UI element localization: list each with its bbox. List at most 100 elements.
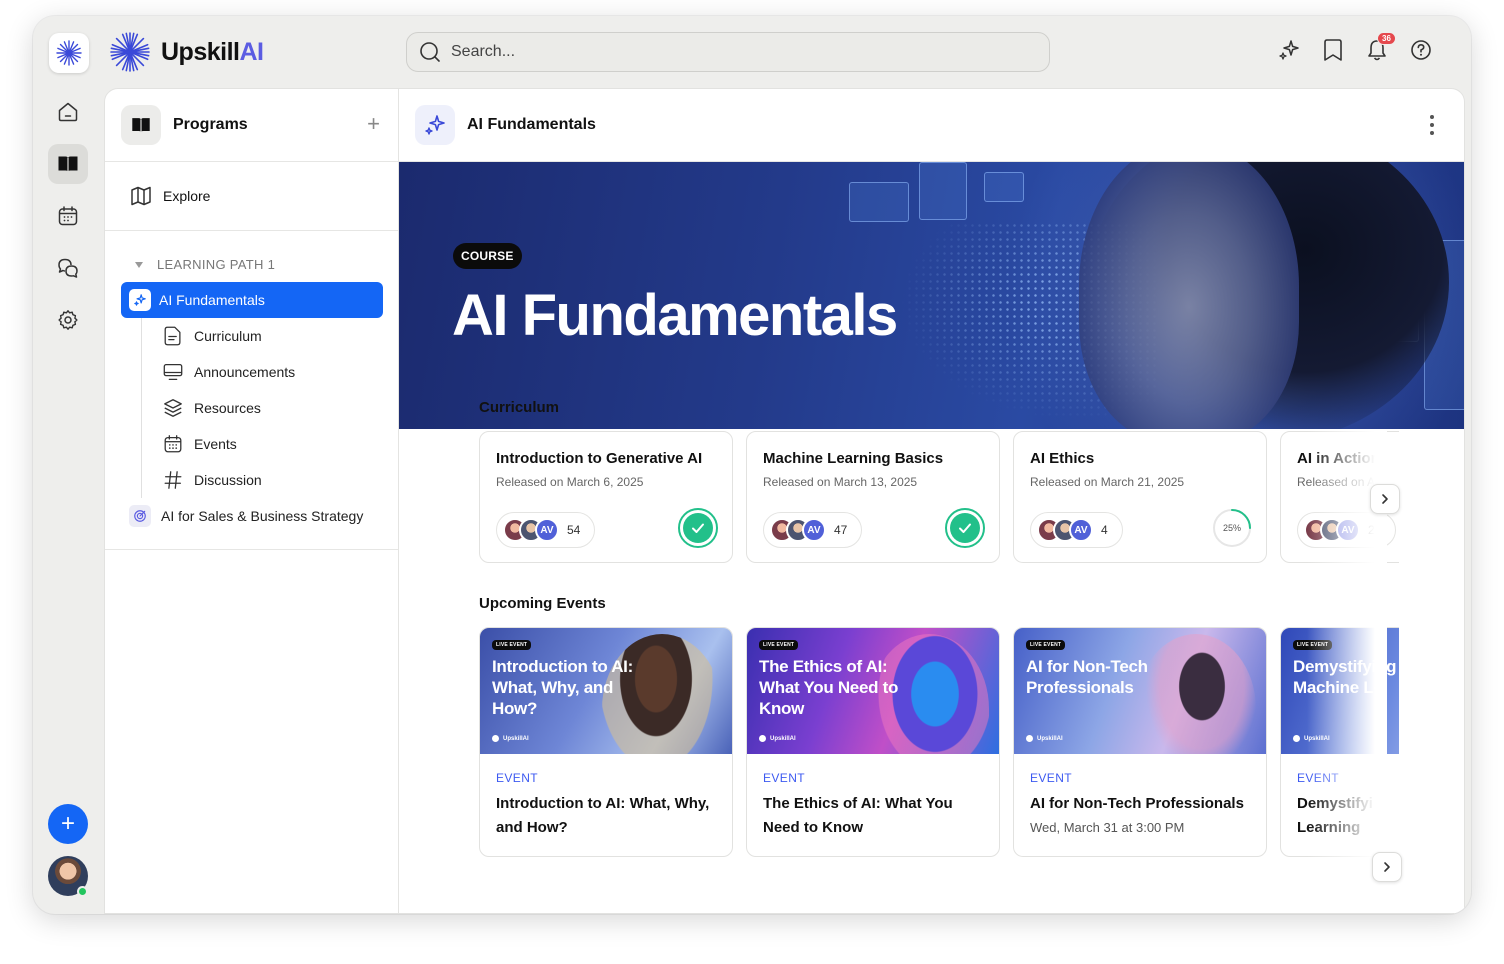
chevron-right-icon bbox=[1382, 494, 1388, 504]
avatar: AV bbox=[535, 518, 559, 542]
more-options-button[interactable] bbox=[1430, 115, 1434, 135]
help-icon bbox=[1411, 40, 1431, 60]
curriculum-card-title: Machine Learning Basics bbox=[763, 450, 944, 467]
event-card[interactable]: LIVE EVENT The Ethics of AI: What You Ne… bbox=[746, 627, 1000, 857]
programs-icon bbox=[121, 105, 161, 145]
thumbnail-title: Demystifying Machine Le bbox=[1293, 657, 1397, 697]
notifications-button[interactable]: 36 bbox=[1365, 32, 1396, 62]
live-event-tag: LIVE EVENT bbox=[1026, 640, 1066, 650]
thumbnail-brand: UpskillAI bbox=[492, 735, 529, 742]
search-bar[interactable] bbox=[406, 32, 1050, 72]
rail-settings[interactable] bbox=[48, 300, 88, 340]
event-card[interactable]: LIVE EVENT Introduction to AI: What, Why… bbox=[479, 627, 733, 857]
live-event-tag: LIVE EVENT bbox=[1293, 640, 1333, 650]
hologram-panel bbox=[849, 182, 909, 222]
brand-dot-icon bbox=[1293, 735, 1300, 742]
gear-icon bbox=[58, 310, 78, 330]
curriculum-next-button[interactable] bbox=[1370, 484, 1400, 514]
participants-pill[interactable]: AV 24 bbox=[1297, 512, 1397, 548]
subnav-item-discussion[interactable]: Discussion bbox=[162, 462, 398, 498]
participants-pill[interactable]: AV 54 bbox=[496, 512, 596, 548]
chat-bubbles-icon bbox=[58, 258, 78, 278]
course-hero: COURSE AI Fundamentals bbox=[399, 162, 1464, 429]
event-type-label: EVENT bbox=[1297, 771, 1340, 785]
calendar-icon bbox=[58, 206, 78, 226]
subnav-item-events[interactable]: Events bbox=[162, 426, 398, 462]
curriculum-card[interactable]: Machine Learning Basics Released on Marc… bbox=[746, 431, 1000, 563]
ai-sparkle-button[interactable] bbox=[1277, 38, 1301, 62]
events-heading: Upcoming Events bbox=[479, 595, 606, 612]
event-card[interactable]: LIVE EVENT AI for Non-Tech Professionals… bbox=[1013, 627, 1267, 857]
brand-dot-icon bbox=[1026, 735, 1033, 742]
programs-sidebar: Programs + Explore LEARNING PATH 1 AI Fu… bbox=[105, 89, 399, 913]
event-title: Demystifyi Learning bbox=[1297, 795, 1373, 836]
rail-chat[interactable] bbox=[48, 248, 88, 288]
avatar: AV bbox=[1336, 518, 1360, 542]
subnav-item-announcements[interactable]: Announcements bbox=[162, 354, 398, 390]
curriculum-card-date: Released on March 6, 2025 bbox=[496, 475, 644, 489]
plus-icon: + bbox=[60, 810, 75, 837]
learning-path-toggle[interactable]: LEARNING PATH 1 bbox=[105, 257, 398, 272]
workspace-switcher[interactable] bbox=[49, 33, 89, 73]
sidebar-item-label: AI Fundamentals bbox=[159, 292, 265, 308]
learning-path-label: LEARNING PATH 1 bbox=[157, 257, 276, 272]
curriculum-card-title: AI Ethics bbox=[1030, 450, 1095, 467]
monitor-icon bbox=[163, 364, 183, 380]
chevron-right-icon bbox=[1384, 862, 1390, 872]
sidebar-item-ai-fundamentals[interactable]: AI Fundamentals bbox=[121, 282, 383, 318]
rail-programs[interactable] bbox=[48, 144, 88, 184]
event-thumbnail: LIVE EVENT Demystifying Machine Le Upski… bbox=[1281, 628, 1399, 754]
curriculum-card[interactable]: AI Ethics Released on March 21, 2025 AV … bbox=[1013, 431, 1267, 563]
program-subnav: Curriculum Announcements Resources Event… bbox=[141, 318, 398, 498]
notification-badge: 36 bbox=[1377, 32, 1396, 45]
bookmarks-button[interactable] bbox=[1321, 38, 1345, 62]
subnav-item-resources[interactable]: Resources bbox=[162, 390, 398, 426]
sidebar-title: Programs bbox=[173, 116, 248, 133]
subnav-item-curriculum[interactable]: Curriculum bbox=[162, 318, 398, 354]
event-card[interactable]: LIVE EVENT Demystifying Machine Le Upski… bbox=[1280, 627, 1399, 857]
curriculum-card-date: Released on March 21, 2025 bbox=[1030, 475, 1185, 489]
main-panel: Programs + Explore LEARNING PATH 1 AI Fu… bbox=[104, 88, 1465, 914]
document-icon bbox=[164, 326, 181, 346]
curriculum-heading: Curriculum bbox=[479, 399, 560, 416]
participants-pill[interactable]: AV 47 bbox=[763, 512, 863, 548]
event-type-label: EVENT bbox=[496, 771, 539, 785]
curriculum-card[interactable]: Introduction to Generative AI Released o… bbox=[479, 431, 733, 563]
thumbnail-title: Introduction to AI: What, Why, and How? bbox=[492, 657, 633, 718]
rail-home[interactable] bbox=[48, 92, 88, 132]
sidebar-item-ai-for-sales[interactable]: AI for Sales & Business Strategy bbox=[105, 498, 398, 534]
event-type-label: EVENT bbox=[1030, 771, 1073, 785]
calendar-icon bbox=[164, 435, 182, 453]
rail-calendar[interactable] bbox=[48, 196, 88, 236]
add-program-button[interactable]: + bbox=[367, 113, 380, 135]
avatar-stack: AV bbox=[770, 518, 826, 542]
avatar: AV bbox=[802, 518, 826, 542]
progress-ring: 25% bbox=[1212, 508, 1252, 548]
create-button[interactable]: + bbox=[48, 804, 88, 844]
sidebar-item-explore[interactable]: Explore bbox=[105, 162, 398, 231]
brand-dot-icon bbox=[492, 735, 499, 742]
thumbnail-brand: UpskillAI bbox=[759, 735, 796, 742]
thumbnail-brand: UpskillAI bbox=[1293, 735, 1330, 742]
brand-name: UpskillAI bbox=[161, 37, 264, 66]
content-header: AI Fundamentals bbox=[399, 89, 1464, 162]
avatar-stack: AV bbox=[1037, 518, 1093, 542]
participants-pill[interactable]: AV 4 bbox=[1030, 512, 1123, 548]
app-logo[interactable]: UpskillAI bbox=[109, 31, 264, 73]
caret-down-icon bbox=[135, 261, 143, 268]
event-title: Introduction to AI: What, Why, and How? bbox=[496, 795, 710, 836]
events-next-button[interactable] bbox=[1372, 852, 1402, 882]
bookmark-icon bbox=[1324, 39, 1342, 61]
hash-icon bbox=[164, 471, 182, 489]
home-icon bbox=[58, 102, 78, 122]
curriculum-carousel: Introduction to Generative AI Released o… bbox=[399, 431, 1399, 565]
completed-check-icon bbox=[678, 508, 718, 548]
search-input[interactable] bbox=[451, 43, 1011, 61]
sidebar-item-label: AI for Sales & Business Strategy bbox=[161, 508, 364, 524]
subnav-label: Announcements bbox=[194, 364, 296, 380]
live-event-tag: LIVE EVENT bbox=[759, 640, 799, 650]
help-button[interactable] bbox=[1409, 38, 1433, 62]
thumbnail-title: AI for Non-Tech Professionals bbox=[1026, 657, 1148, 697]
sidebar-header: Programs + bbox=[105, 89, 398, 162]
brand-dot-icon bbox=[759, 735, 766, 742]
